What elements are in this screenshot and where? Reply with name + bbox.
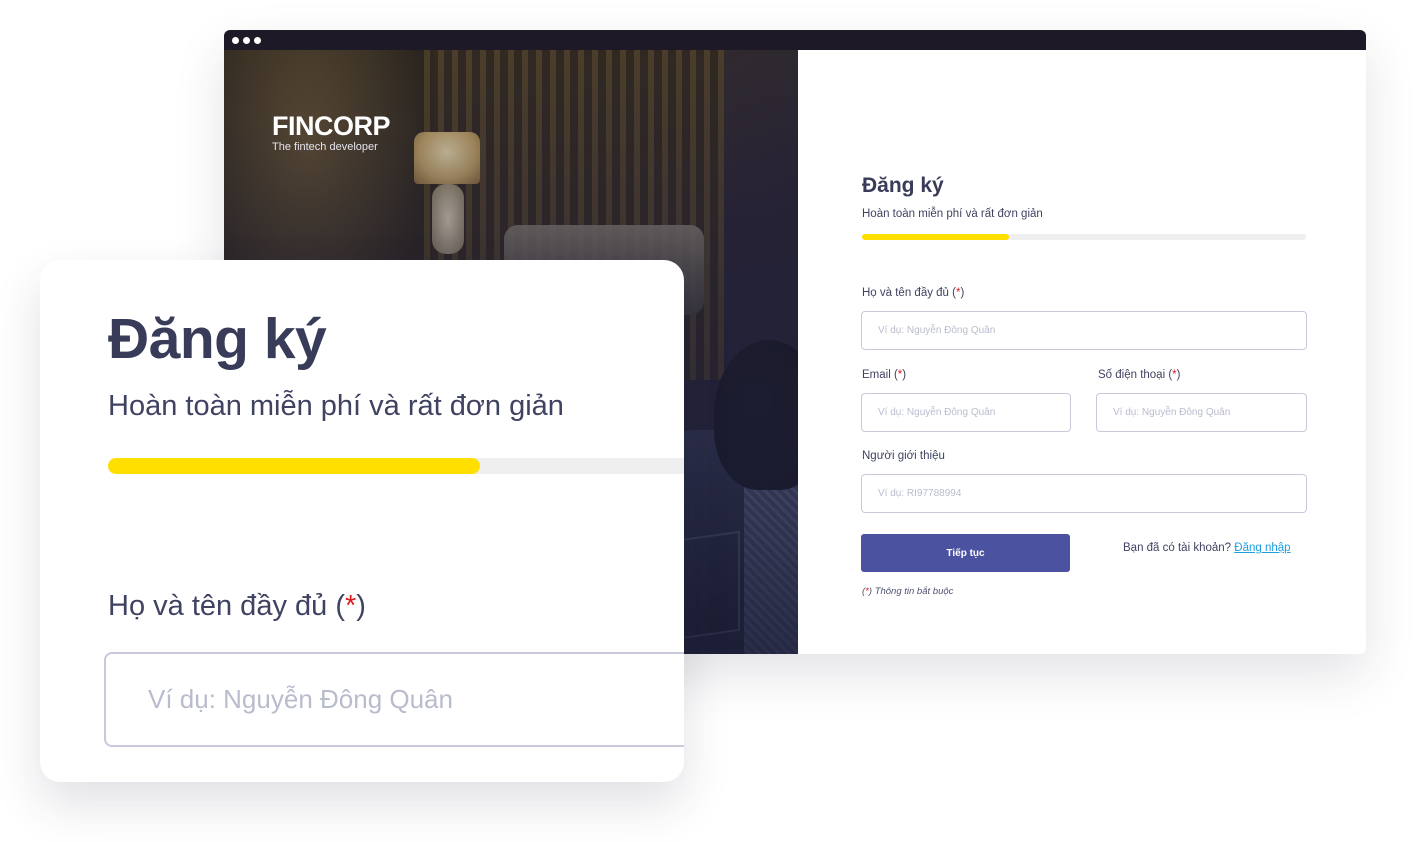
- required-mark: *: [955, 287, 961, 299]
- zoom-progress-bar: [108, 458, 684, 474]
- zoom-full-name-label-text: Họ và tên đầy đủ: [108, 590, 328, 622]
- required-note: (*) Thông tin bắt buộc: [862, 586, 954, 597]
- progress-fill: [862, 234, 1009, 240]
- signup-form: Đăng ký Hoàn toàn miễn phí và rất đơn gi…: [798, 50, 1366, 654]
- required-mark: *: [897, 369, 903, 381]
- stage: FINCORP The fintech developer Đăng ký Ho…: [0, 0, 1426, 842]
- have-account-text: Bạn đã có tài khoản? Đăng nhập: [1123, 542, 1291, 554]
- required-mark: *: [1172, 369, 1177, 381]
- phone-label: Số điện thoại (*): [1098, 369, 1181, 381]
- email-placeholder: Ví dụ: Nguyễn Đông Quân: [878, 407, 996, 418]
- required-mark: *: [344, 590, 357, 622]
- full-name-label: Họ và tên đầy đủ (*): [862, 287, 965, 299]
- phone-label-text: Số điện thoại: [1098, 369, 1166, 381]
- window-dot-icon[interactable]: [243, 36, 250, 44]
- zoom-full-name-input[interactable]: Ví dụ: Nguyễn Đông Quân: [104, 652, 684, 747]
- progress-bar: [862, 234, 1306, 240]
- phone-placeholder: Ví dụ: Nguyễn Đông Quân: [1113, 407, 1231, 418]
- referrer-label: Người giới thiệu: [862, 450, 945, 462]
- brand-tagline: The fintech developer: [272, 141, 378, 153]
- referrer-input[interactable]: Ví dụ: RI97788994: [861, 474, 1307, 513]
- zoom-progress-fill: [108, 458, 480, 474]
- brand-logo[interactable]: FINCORP The fintech developer: [272, 111, 391, 153]
- window-dot-icon[interactable]: [254, 36, 261, 44]
- zoom-card: Đăng ký Hoàn toàn miễn phí và rất đơn gi…: [40, 260, 684, 782]
- full-name-label-text: Họ và tên đầy đủ: [862, 287, 949, 299]
- have-account-question: Bạn đã có tài khoản?: [1123, 542, 1232, 554]
- continue-button[interactable]: Tiếp tục: [861, 534, 1070, 572]
- full-name-placeholder: Ví dụ: Nguyễn Đông Quân: [878, 325, 996, 336]
- zoom-full-name-label: Họ và tên đầy đủ (*): [108, 590, 366, 622]
- referrer-placeholder: Ví dụ: RI97788994: [878, 488, 962, 499]
- email-input[interactable]: Ví dụ: Nguyễn Đông Quân: [861, 393, 1071, 432]
- zoom-full-name-placeholder: Ví dụ: Nguyễn Đông Quân: [148, 684, 453, 714]
- required-note-text: Thông tin bắt buộc: [874, 586, 954, 597]
- email-label: Email (*): [862, 369, 907, 381]
- required-mark: *: [865, 586, 869, 597]
- form-subtitle: Hoàn toàn miễn phí và rất đơn giản: [862, 208, 1043, 220]
- window-dot-icon[interactable]: [232, 36, 239, 44]
- login-link[interactable]: Đăng nhập: [1234, 542, 1290, 554]
- email-label-text: Email: [862, 369, 891, 381]
- browser-titlebar: [224, 30, 1366, 50]
- full-name-input[interactable]: Ví dụ: Nguyễn Đông Quân: [861, 311, 1307, 350]
- phone-input[interactable]: Ví dụ: Nguyễn Đông Quân: [1096, 393, 1307, 432]
- zoom-subtitle: Hoàn toàn miễn phí và rất đơn giản: [108, 390, 564, 422]
- form-title: Đăng ký: [862, 174, 944, 197]
- brand-name: FINCORP: [272, 111, 391, 141]
- zoom-title: Đăng ký: [108, 307, 327, 371]
